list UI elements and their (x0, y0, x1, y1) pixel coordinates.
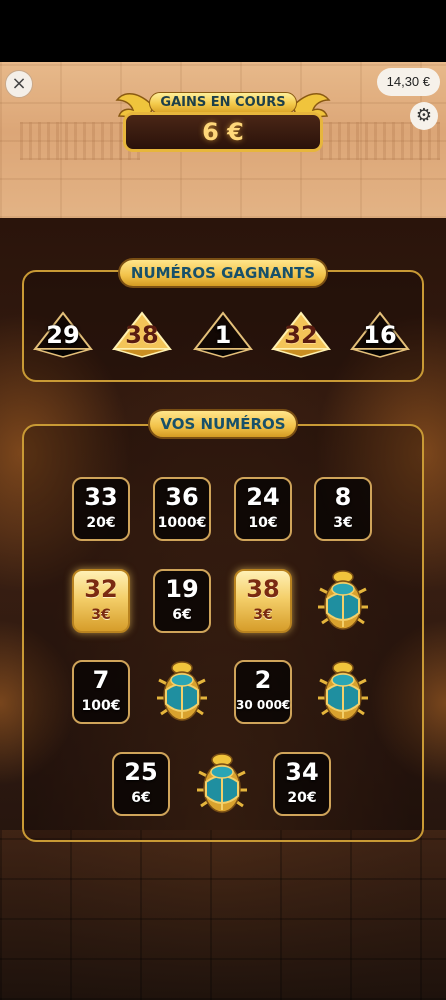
winning-number: 1 (193, 311, 253, 359)
player-number-prize: 30 000€ (236, 698, 291, 712)
gear-icon: ⚙ (415, 105, 433, 126)
player-number-value: 2 (254, 666, 272, 694)
settings-button[interactable]: ⚙ (410, 102, 438, 130)
player-number-prize: 6€ (172, 607, 192, 623)
current-winnings: GAINS EN COURS 6 € (115, 86, 331, 158)
winning-number: 38 (112, 311, 172, 359)
scarab-icon (197, 753, 247, 813)
player-number-tile: 19 6€ (153, 569, 211, 633)
player-number-tile: 2 30 000€ (234, 660, 292, 724)
winning-number: 16 (350, 311, 410, 359)
player-number-value: 33 (84, 483, 118, 511)
winning-number: 29 (33, 311, 93, 359)
winning-number-value: 1 (214, 321, 232, 349)
player-number-value: 32 (84, 575, 118, 603)
player-number-prize: 1000€ (157, 515, 207, 531)
player-number-prize: 10€ (248, 515, 278, 531)
status-bar-area (0, 0, 446, 62)
player-number-prize: 20€ (86, 515, 116, 531)
winning-number-value: 29 (46, 321, 80, 349)
player-number-value: 24 (246, 483, 280, 511)
player-number-value: 7 (92, 666, 110, 694)
close-button[interactable]: × (5, 70, 33, 98)
balance-badge: 14,30 € (376, 68, 440, 96)
scarab-icon (157, 661, 207, 721)
winning-number: 32 (271, 311, 331, 359)
player-number-tile: 8 3€ (314, 477, 372, 541)
scarab-icon (318, 570, 368, 630)
scarab-icon (318, 661, 368, 721)
player-number-value: 8 (334, 483, 352, 511)
temple-floor (0, 830, 446, 1000)
player-number-tile: 33 20€ (72, 477, 130, 541)
player-number-prize: 100€ (81, 698, 121, 714)
player-number-prize: 3€ (253, 607, 273, 623)
scarab-bonus-tile (314, 569, 372, 633)
player-number-prize: 6€ (131, 790, 151, 806)
player-number-tile: 36 1000€ (153, 477, 211, 541)
player-number-tile: 25 6€ (112, 752, 170, 816)
player-number-value: 25 (124, 758, 158, 786)
player-number-tile: 38 3€ (234, 569, 292, 633)
player-number-tile: 24 10€ (234, 477, 292, 541)
winnings-value: 6 € (123, 112, 323, 152)
player-number-prize: 20€ (287, 790, 317, 806)
player-number-tile: 7 100€ (72, 660, 130, 724)
player-number-tile: 32 3€ (72, 569, 130, 633)
winning-number-value: 32 (284, 321, 318, 349)
player-number-prize: 3€ (91, 607, 111, 623)
winning-numbers-title: NUMÉROS GAGNANTS (118, 258, 328, 288)
winnings-label: GAINS EN COURS (149, 92, 297, 114)
your-numbers-title: VOS NUMÉROS (148, 409, 298, 439)
winning-number-value: 16 (363, 321, 397, 349)
player-number-tile: 34 20€ (273, 752, 331, 816)
player-number-value: 34 (285, 758, 319, 786)
player-number-prize: 3€ (333, 515, 353, 531)
balance-value: 14,30 € (386, 74, 430, 89)
scarab-bonus-tile (314, 660, 372, 724)
player-number-value: 36 (165, 483, 199, 511)
close-icon: × (11, 73, 27, 94)
scarab-bonus-tile (153, 660, 211, 724)
winning-number-value: 38 (125, 321, 159, 349)
player-number-value: 19 (165, 575, 199, 603)
scarab-bonus-tile (193, 752, 251, 816)
player-number-value: 38 (246, 575, 280, 603)
